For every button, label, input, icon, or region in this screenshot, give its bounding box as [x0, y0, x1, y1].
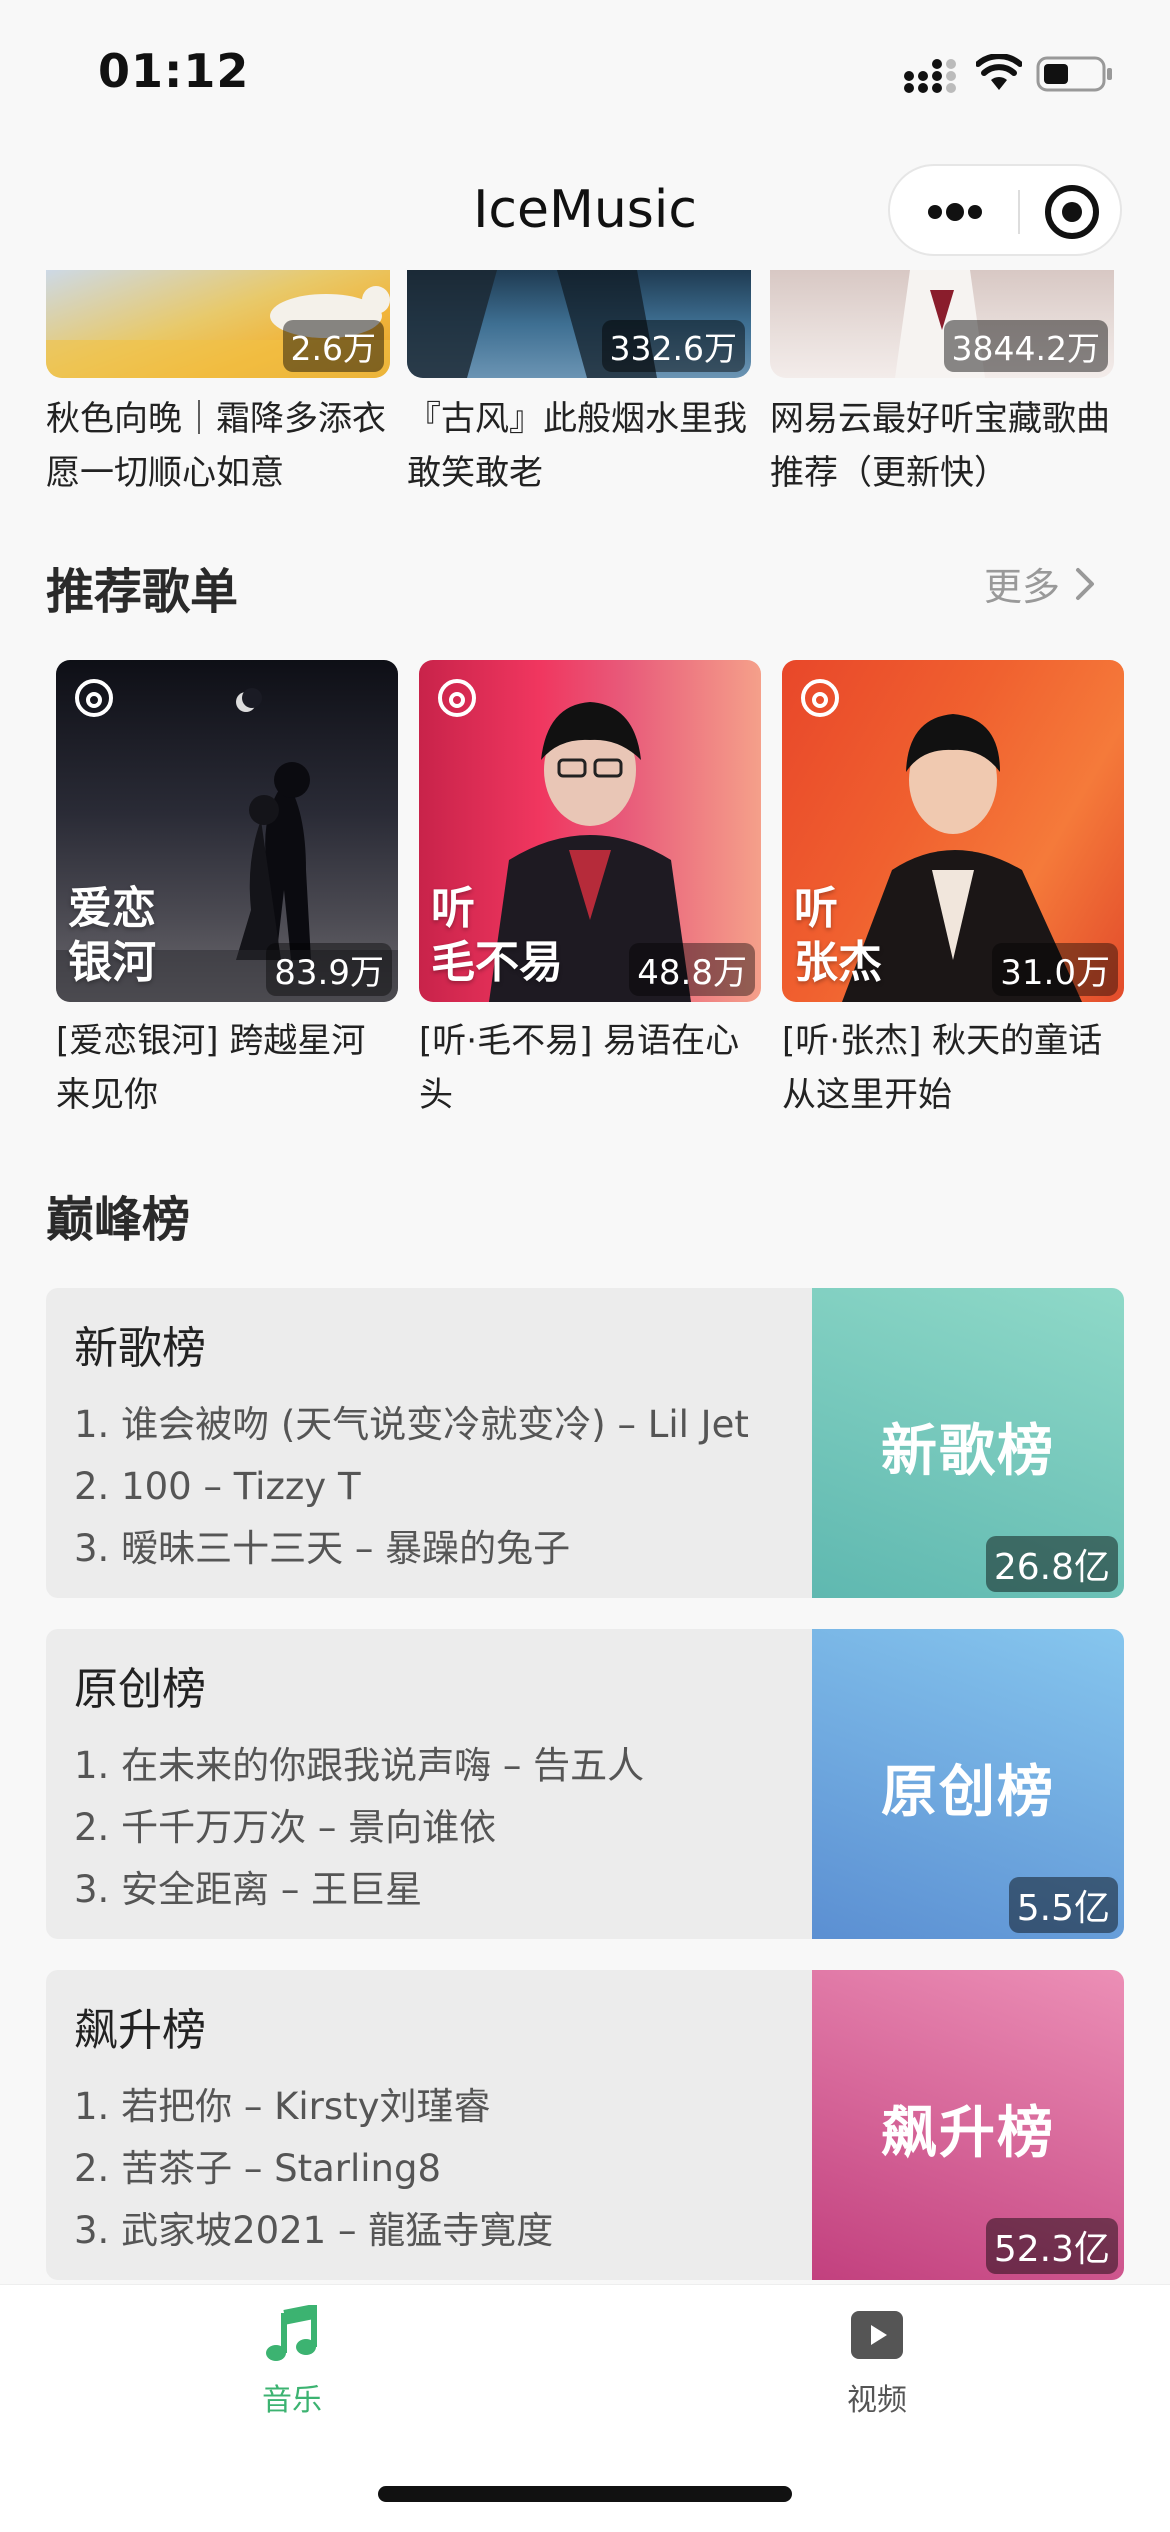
rank-cover-label: 飙升榜	[881, 2101, 1055, 2166]
play-count: 26.8亿	[985, 1536, 1118, 1592]
rank-name: 新歌榜	[74, 1323, 206, 1374]
playlist-cover-text: 听 毛不易	[431, 883, 563, 988]
peak-section-title: 巅峰榜	[46, 1192, 191, 1248]
rank-song: 2. 100 – Tizzy T	[74, 1465, 361, 1508]
rank-song: 2. 苦茶子 – Starling8	[74, 2147, 442, 2190]
play-count: 48.8万	[629, 943, 755, 996]
playlist-title: [爱恋银河] 跨越星河来见你	[56, 1021, 366, 1115]
top-list-card[interactable]: 3844.2万 网易云最好听宝藏歌曲推荐（更新快）	[770, 270, 1114, 500]
playlist-card[interactable]: 爱恋 银河 83.9万 [爱恋银河] 跨越星河来见你	[56, 660, 398, 1122]
play-count: 83.9万	[266, 943, 392, 996]
top-list-thumbnail: 3844.2万	[770, 270, 1114, 378]
chevron-right-icon	[1076, 567, 1095, 600]
rank-card-rising[interactable]: 飙升榜 1. 若把你 – Kirsty刘瑾睿 2. 苦茶子 – Starling…	[46, 1970, 1124, 2280]
play-count: 332.6万	[601, 320, 745, 372]
rank-song: 3. 安全距离 – 王巨星	[74, 1868, 423, 1911]
play-count: 31.0万	[992, 943, 1118, 996]
rank-song: 1. 谁会被吻 (天气说变冷就变冷) – Lil Jet	[74, 1403, 749, 1446]
top-list-row: 2.6万 秋色向晚｜霜降多添衣 愿一切顺心如意 332.6万 『古风』此般烟水里…	[0, 270, 1170, 510]
playlist-card[interactable]: 听 毛不易 48.8万 [听·毛不易] 易语在心头	[419, 660, 761, 1122]
more-dots-icon	[928, 203, 982, 221]
tab-video[interactable]: 视频	[757, 2305, 997, 2419]
rank-cover: 飙升榜 52.3亿	[812, 1970, 1124, 2280]
netease-logo-icon	[801, 679, 839, 717]
rank-song: 2. 千千万万次 – 景向谁依	[74, 1806, 497, 1849]
capsule-divider	[1018, 190, 1020, 234]
rank-cover: 原创榜 5.5亿	[812, 1629, 1124, 1939]
top-list-title: 秋色向晚｜霜降多添衣 愿一切顺心如意	[46, 399, 386, 493]
cellular-signal-icon	[904, 59, 956, 93]
video-play-icon	[851, 2311, 903, 2359]
status-bar: 01:12	[0, 0, 1170, 150]
rank-cover: 新歌榜 26.8亿	[812, 1288, 1124, 1598]
rank-song: 1. 若把你 – Kirsty刘瑾睿	[74, 2085, 491, 2128]
top-list-card[interactable]: 332.6万 『古风』此般烟水里我敢笑敢老	[407, 270, 751, 500]
top-list-thumbnail: 2.6万	[46, 270, 390, 378]
rank-song: 3. 武家坡2021 – 龍猛寺寛度	[74, 2209, 554, 2252]
home-indicator	[378, 2486, 792, 2502]
tab-label: 音乐	[262, 2383, 322, 2418]
rank-song: 1. 在未来的你跟我说声嗨 – 告五人	[74, 1744, 645, 1787]
recommended-section-title: 推荐歌单	[46, 564, 239, 620]
music-note-icon	[266, 2303, 317, 2361]
tab-music[interactable]: 音乐	[172, 2303, 412, 2419]
play-count: 2.6万	[282, 320, 384, 372]
battery-icon	[1036, 56, 1112, 92]
close-mini-program-button[interactable]	[1040, 180, 1104, 244]
playlist-title: [听·毛不易] 易语在心头	[419, 1021, 740, 1115]
app-header: IceMusic	[0, 150, 1170, 270]
playlist-cover: 听 毛不易 48.8万	[419, 660, 761, 1002]
top-list-thumbnail: 332.6万	[407, 270, 751, 378]
more-options-button[interactable]	[920, 184, 990, 240]
playlist-cover: 听 张杰 31.0万	[782, 660, 1124, 1002]
playlist-cover-text: 爱恋 银河	[68, 883, 156, 988]
tab-label: 视频	[847, 2383, 907, 2418]
playlist-title: [听·张杰] 秋天的童话从这里开始	[782, 1021, 1103, 1115]
rank-song-list: 1. 谁会被吻 (天气说变冷就变冷) – Lil Jet 2. 100 – Ti…	[74, 1394, 749, 1580]
rank-card-original[interactable]: 原创榜 1. 在未来的你跟我说声嗨 – 告五人 2. 千千万万次 – 景向谁依 …	[46, 1629, 1124, 1939]
top-list-card[interactable]: 2.6万 秋色向晚｜霜降多添衣 愿一切顺心如意	[46, 270, 390, 500]
status-time: 01:12	[98, 44, 250, 98]
recommended-more-link[interactable]: 更多	[984, 556, 1096, 611]
rank-cover-label: 原创榜	[881, 1760, 1055, 1825]
top-list-title: 『古风』此般烟水里我敢笑敢老	[407, 399, 747, 493]
page: 01:12 IceMusic 2.6万 秋色向晚｜霜降多添衣 愿一切顺心如意 3…	[0, 0, 1170, 2532]
rank-cover-label: 新歌榜	[881, 1419, 1055, 1484]
top-list-title: 网易云最好听宝藏歌曲推荐（更新快）	[770, 399, 1110, 493]
rank-song-list: 1. 若把你 – Kirsty刘瑾睿 2. 苦茶子 – Starling8 3.…	[74, 2076, 553, 2262]
netease-logo-icon	[438, 679, 476, 717]
play-count: 3844.2万	[943, 320, 1108, 372]
play-count: 5.5亿	[1008, 1877, 1118, 1933]
target-close-icon	[1045, 185, 1099, 239]
playlist-cover-text: 听 张杰	[794, 883, 882, 988]
more-label: 更多	[984, 565, 1061, 609]
mini-program-capsule	[888, 164, 1122, 256]
playlist-cover: 爱恋 银河 83.9万	[56, 660, 398, 1002]
rank-song: 3. 暧昧三十三天 – 暴躁的兔子	[74, 1527, 571, 1570]
rank-card-new[interactable]: 新歌榜 1. 谁会被吻 (天气说变冷就变冷) – Lil Jet 2. 100 …	[46, 1288, 1124, 1598]
playlist-card[interactable]: 听 张杰 31.0万 [听·张杰] 秋天的童话从这里开始	[782, 660, 1124, 1122]
rank-name: 飙升榜	[74, 2005, 206, 2056]
netease-logo-icon	[75, 679, 113, 717]
rank-name: 原创榜	[74, 1664, 206, 1715]
wifi-icon	[976, 54, 1022, 90]
play-count: 52.3亿	[985, 2218, 1118, 2274]
rank-song-list: 1. 在未来的你跟我说声嗨 – 告五人 2. 千千万万次 – 景向谁依 3. 安…	[74, 1735, 644, 1921]
